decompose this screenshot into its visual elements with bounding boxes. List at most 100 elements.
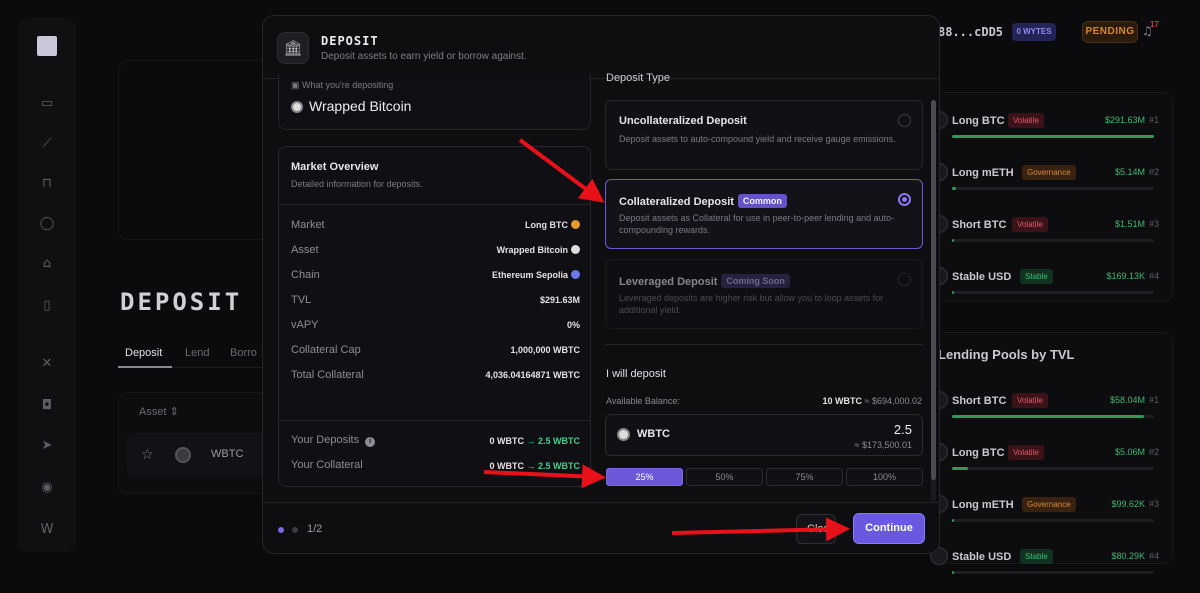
market-overview-card: Market Overview Detailed information for… — [278, 146, 591, 487]
common-badge: Common — [737, 194, 787, 208]
deposit-amount-input[interactable] — [792, 421, 912, 437]
percent-50-button[interactable]: 50% — [686, 468, 763, 486]
pool-rank: #2 — [1148, 447, 1159, 457]
pool-progress-fill — [952, 519, 955, 522]
asset-label: Asset — [291, 244, 319, 256]
scrollbar-thumb[interactable] — [931, 100, 936, 480]
star-icon[interactable]: ☆ — [141, 447, 154, 463]
globe-icon[interactable]: ◯ — [39, 216, 55, 232]
pool-row[interactable]: Short BTC Volatile $58.04M #1 — [930, 387, 1173, 437]
pool-rank: #1 — [1148, 395, 1159, 405]
pool-row[interactable]: Long mETH Governance $5.14M #2 — [930, 159, 1173, 209]
scrollbar[interactable] — [931, 100, 936, 502]
step-indicator: 1/2 — [307, 523, 323, 535]
pool-row[interactable]: Long BTC Volatile $291.63M #1 — [930, 107, 1173, 157]
your-deposits-value: 0 WBTC → 2.5 WBTC — [489, 436, 580, 446]
pool-rank: #3 — [1148, 499, 1159, 509]
tab-underline — [118, 366, 172, 368]
pool-name: Short BTC — [952, 219, 1007, 231]
bank-icon[interactable]: ⌂ — [39, 256, 55, 272]
pending-button[interactable]: PENDING — [1082, 21, 1138, 43]
tab-lend[interactable]: Lend — [185, 347, 209, 359]
close-button[interactable]: Close — [796, 514, 836, 544]
percent-75-button[interactable]: 75% — [766, 468, 843, 486]
market-overview-subtitle: Detailed information for deposits. — [291, 179, 423, 189]
option-uncollateralized-deposit[interactable]: Uncollateralized Deposit Deposit assets … — [605, 100, 923, 170]
pool-progress-fill — [952, 467, 969, 470]
app-logo[interactable] — [37, 36, 57, 56]
monitor-icon[interactable]: ▭ — [39, 96, 55, 112]
option-title: Leveraged Deposit Coming Soon — [619, 274, 790, 288]
pool-progress-fill — [952, 415, 1144, 418]
pool-badge: Volatile — [1008, 113, 1044, 128]
tab-borrow[interactable]: Borro — [230, 347, 257, 359]
telegram-icon[interactable]: ➤ — [39, 438, 55, 454]
percent-25-button[interactable]: 25% — [606, 468, 683, 486]
percent-100-button[interactable]: 100% — [846, 468, 923, 486]
pool-progress-fill — [952, 571, 955, 574]
lending-panel-title: Lending Pools by TVL — [938, 347, 1075, 362]
background-tabs: Deposit Lend Borro — [118, 340, 268, 368]
pool-name: Long mETH — [952, 167, 1014, 179]
amount-usd-value: ≈ $173,500.01 — [854, 440, 913, 450]
asset-value: Wrapped Bitcoin — [497, 245, 580, 255]
notification-count: 17 — [1150, 20, 1159, 29]
pool-tvl: $5.14M — [1114, 167, 1145, 177]
wbtc-coin-icon — [291, 101, 303, 113]
token-symbol: WBTC — [637, 428, 670, 440]
deposit-modal: 🏛 DEPOSIT Deposit assets to earn yield o… — [262, 15, 940, 554]
info-icon[interactable]: i — [365, 437, 376, 447]
lending-panel: Lending Pools by TVL Short BTC Volatile $5… — [930, 332, 1173, 574]
vapy-value: 0% — [566, 320, 580, 330]
pool-row[interactable]: Long mETH Governance $99.62K #3 — [930, 491, 1173, 541]
pool-tvl: $1.51M — [1114, 219, 1145, 229]
pool-progress-fill — [952, 239, 955, 242]
will-deposit-title: I will deposit — [606, 368, 666, 380]
pool-progress-track — [952, 467, 1154, 470]
table-row[interactable]: ☆ WBTC — [127, 433, 269, 477]
tvl-value: $291.63M — [539, 295, 580, 305]
pool-progress-track — [952, 187, 1154, 190]
pool-row[interactable]: Long BTC Volatile $5.06M #2 — [930, 439, 1173, 489]
deposit-amount-box[interactable]: WBTC ≈ $173,500.01 — [605, 414, 923, 456]
pool-progress-track — [952, 239, 1154, 242]
pool-row[interactable]: Stable USD Stable $80.29K #4 — [930, 543, 1173, 593]
pools-panel: Long BTC Volatile $291.63M #1 Long mETH Gover… — [930, 92, 1173, 302]
chart-icon[interactable]: ⟋ — [39, 136, 55, 152]
vapy-label: vAPY — [291, 319, 319, 331]
document-icon[interactable]: ▯ — [39, 298, 55, 314]
option-collateralized-deposit[interactable]: Collateralized Deposit Common Deposit ass… — [605, 179, 923, 249]
your-deposits-label: Your Deposits i — [291, 434, 376, 447]
radio-uncollateralized[interactable] — [898, 114, 911, 127]
discord-icon[interactable]: ◘ — [39, 398, 55, 414]
x-icon[interactable]: ✕ — [39, 356, 55, 372]
continue-button[interactable]: Continue — [853, 513, 925, 544]
pool-rank: #4 — [1148, 271, 1159, 281]
pool-tvl: $5.06M — [1114, 447, 1145, 457]
your-collateral-label: Your Collateral — [291, 459, 363, 471]
pool-badge: Governance — [1022, 497, 1076, 512]
pool-name: Short BTC — [952, 395, 1007, 407]
deposit-type-title: Deposit Type — [606, 72, 671, 84]
market-overview-title: Market Overview — [291, 161, 379, 173]
pool-badge: Stable — [1020, 269, 1053, 284]
available-balance-label: Available Balance: — [606, 396, 680, 406]
step-dot — [292, 527, 298, 533]
summary-divider — [279, 420, 590, 421]
w-icon[interactable]: W — [39, 522, 55, 538]
pool-row[interactable]: Short BTC Volatile $1.51M #3 — [930, 211, 1173, 261]
pool-progress-track — [952, 135, 1154, 138]
asset-column-header[interactable]: Asset ⇕ — [139, 405, 179, 418]
radio-collateralized[interactable] — [898, 193, 911, 206]
tab-deposit[interactable]: Deposit — [125, 347, 162, 359]
github-icon[interactable]: ◉ — [39, 480, 55, 496]
wallet-address[interactable]: 88...cDD5 — [938, 25, 1003, 39]
total-collateral-label: Total Collateral — [291, 369, 364, 381]
lock-icon[interactable]: ⊓ — [39, 176, 55, 192]
footer-divider — [263, 502, 939, 503]
overview-divider — [279, 204, 590, 205]
pool-progress-track — [952, 291, 1154, 294]
pool-row[interactable]: Stable USD Stable $169.13K #4 — [930, 263, 1173, 313]
pool-progress-track — [952, 415, 1154, 418]
available-balance-value: 10 WBTC ≈ $694,000.02 — [822, 396, 922, 406]
